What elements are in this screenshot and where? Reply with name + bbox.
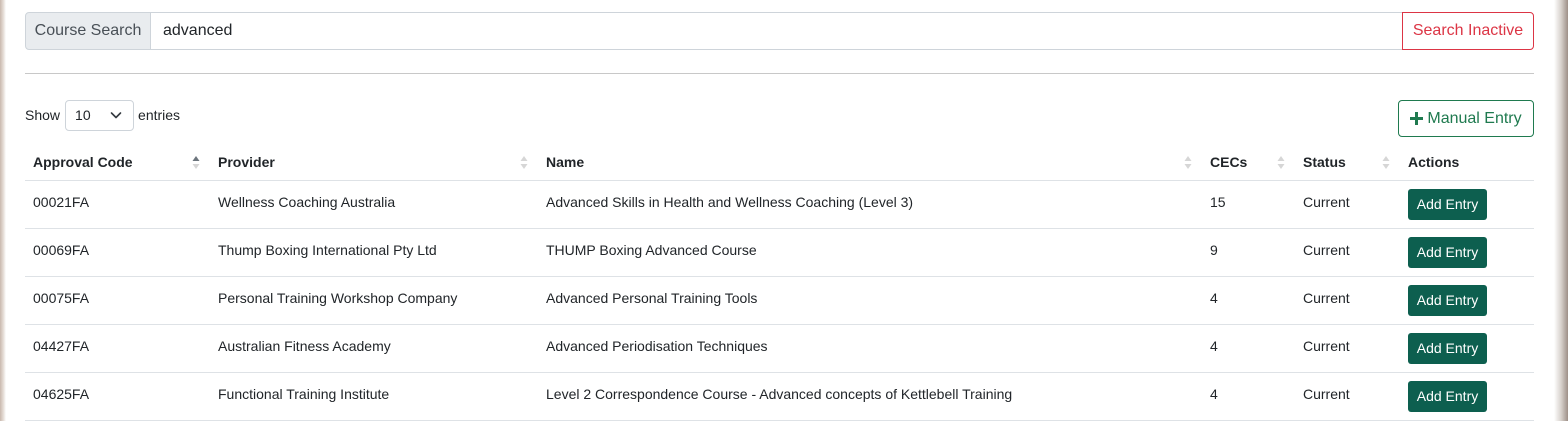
course-search-label: Course Search bbox=[25, 12, 151, 50]
cell-actions: Add Entry bbox=[1400, 276, 1534, 325]
entries-label: entries bbox=[138, 107, 181, 123]
cell-name: Advanced Personal Training Tools bbox=[538, 276, 1202, 325]
manual-entry-label: Manual Entry bbox=[1427, 109, 1522, 127]
sort-icon bbox=[1184, 156, 1192, 169]
cell-approval-code: 04427FA bbox=[25, 324, 210, 373]
add-entry-button[interactable]: Add Entry bbox=[1408, 188, 1487, 220]
cell-cecs: 9 bbox=[1202, 228, 1295, 277]
cell-approval-code: 00075FA bbox=[25, 276, 210, 325]
sort-ascending-icon bbox=[192, 156, 200, 169]
plus-icon bbox=[1410, 112, 1424, 125]
cell-status: Current bbox=[1295, 276, 1400, 325]
table-row: 04625FA Functional Training Institute Le… bbox=[25, 372, 1534, 421]
column-header-approval-code[interactable]: Approval Code bbox=[25, 144, 210, 181]
entries-per-page-value: 10 bbox=[75, 107, 91, 123]
cell-cecs: 4 bbox=[1202, 372, 1295, 421]
sort-icon bbox=[520, 156, 528, 169]
cell-provider: Functional Training Institute bbox=[210, 372, 538, 421]
cell-name: THUMP Boxing Advanced Course bbox=[538, 228, 1202, 277]
add-entry-button[interactable]: Add Entry bbox=[1408, 236, 1487, 268]
cell-actions: Add Entry bbox=[1400, 180, 1534, 229]
show-label: Show bbox=[25, 107, 61, 123]
manual-entry-button[interactable]: Manual Entry bbox=[1398, 100, 1534, 137]
cell-status: Current bbox=[1295, 180, 1400, 229]
column-header-label: Status bbox=[1303, 153, 1346, 170]
sort-icon bbox=[1277, 156, 1285, 169]
cell-actions: Add Entry bbox=[1400, 372, 1534, 421]
add-entry-button[interactable]: Add Entry bbox=[1408, 380, 1487, 412]
column-header-name[interactable]: Name bbox=[538, 144, 1202, 181]
cell-cecs: 4 bbox=[1202, 324, 1295, 373]
divider bbox=[25, 73, 1534, 74]
course-search-group: Course Search Search Inactive bbox=[25, 12, 1534, 50]
cell-status: Current bbox=[1295, 324, 1400, 373]
column-header-label: Name bbox=[546, 153, 585, 170]
cell-provider: Wellness Coaching Australia bbox=[210, 180, 538, 229]
cell-provider: Personal Training Workshop Company bbox=[210, 276, 538, 325]
cell-status: Current bbox=[1295, 372, 1400, 421]
column-header-label: Actions bbox=[1408, 153, 1460, 170]
column-header-actions: Actions bbox=[1400, 144, 1534, 181]
column-header-provider[interactable]: Provider bbox=[210, 144, 538, 181]
cell-cecs: 4 bbox=[1202, 276, 1295, 325]
cell-approval-code: 00021FA bbox=[25, 180, 210, 229]
cell-name: Advanced Skills in Health and Wellness C… bbox=[538, 180, 1202, 229]
column-header-label: CECs bbox=[1210, 153, 1248, 170]
table-row: 00069FA Thump Boxing International Pty L… bbox=[25, 228, 1534, 277]
cell-status: Current bbox=[1295, 228, 1400, 277]
courses-table: Approval Code Provider Name CECs Status … bbox=[25, 144, 1534, 421]
cell-approval-code: 04625FA bbox=[25, 372, 210, 421]
column-header-status[interactable]: Status bbox=[1295, 144, 1400, 181]
add-entry-button[interactable]: Add Entry bbox=[1408, 332, 1487, 364]
column-header-cecs[interactable]: CECs bbox=[1202, 144, 1295, 181]
table-row: 00021FA Wellness Coaching Australia Adva… bbox=[25, 180, 1534, 229]
cell-provider: Australian Fitness Academy bbox=[210, 324, 538, 373]
cell-cecs: 15 bbox=[1202, 180, 1295, 229]
entries-per-page-select[interactable]: 10 bbox=[65, 99, 135, 131]
cell-provider: Thump Boxing International Pty Ltd bbox=[210, 228, 538, 277]
cell-actions: Add Entry bbox=[1400, 228, 1534, 277]
cell-actions: Add Entry bbox=[1400, 324, 1534, 373]
table-row: 00075FA Personal Training Workshop Compa… bbox=[25, 276, 1534, 325]
sort-icon bbox=[1382, 156, 1390, 169]
chevron-down-icon bbox=[110, 112, 122, 119]
cell-name: Level 2 Correspondence Course - Advanced… bbox=[538, 372, 1202, 421]
cell-approval-code: 00069FA bbox=[25, 228, 210, 277]
course-search-input[interactable] bbox=[151, 12, 1402, 50]
background-edge-right bbox=[1554, 0, 1568, 421]
column-header-label: Provider bbox=[218, 153, 275, 170]
entries-length-control: Show 10 entries bbox=[25, 99, 180, 131]
search-inactive-button[interactable]: Search Inactive bbox=[1402, 12, 1534, 50]
add-entry-button[interactable]: Add Entry bbox=[1408, 284, 1487, 316]
table-header-row: Approval Code Provider Name CECs Status … bbox=[25, 144, 1534, 181]
background-edge-left bbox=[0, 0, 6, 421]
cell-name: Advanced Periodisation Techniques bbox=[538, 324, 1202, 373]
table-row: 04427FA Australian Fitness Academy Advan… bbox=[25, 324, 1534, 373]
column-header-label: Approval Code bbox=[33, 153, 133, 170]
